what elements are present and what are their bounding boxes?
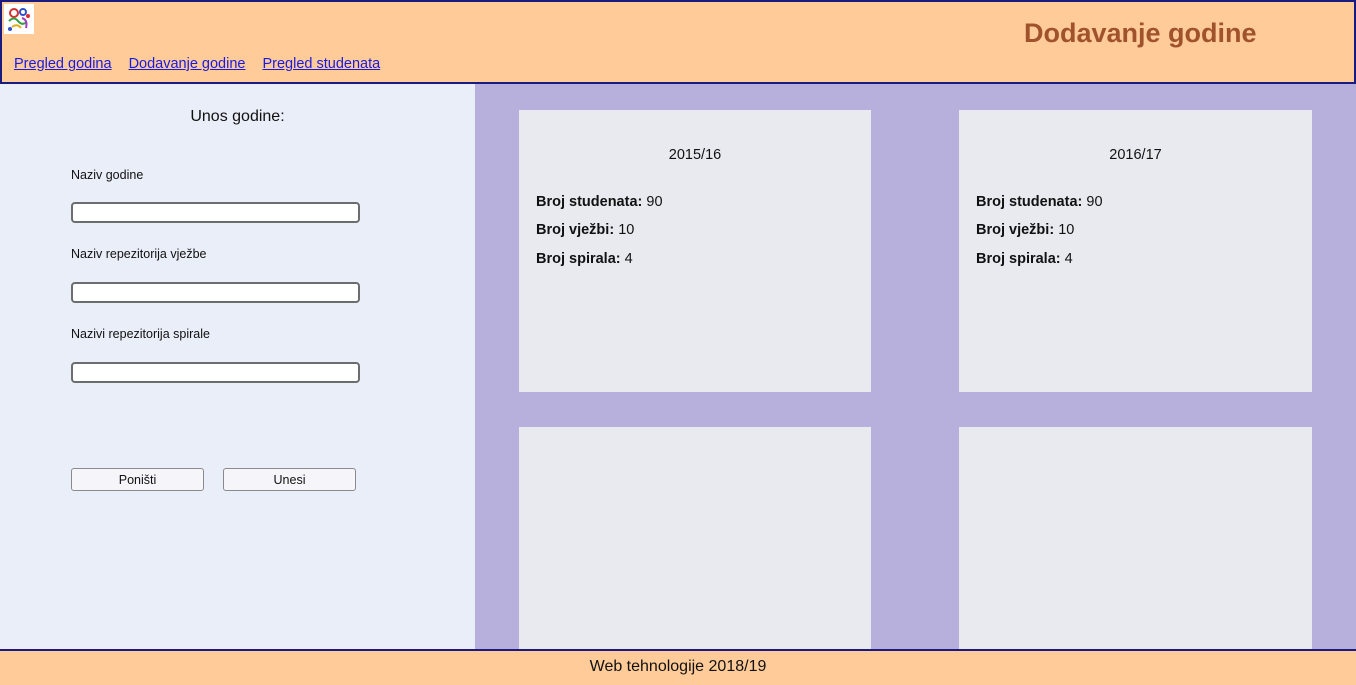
stat-label: Broj spirala: <box>536 251 621 267</box>
footer-text: Web tehnologije 2018/19 <box>589 658 767 675</box>
stat-broj-studenata: Broj studenata: 90 <box>536 194 663 210</box>
year-card-title: 2016/17 <box>1109 147 1162 163</box>
year-card-empty <box>519 427 871 649</box>
entry-form-panel: Unos godine: Naziv godine Naziv repezito… <box>0 84 475 649</box>
field-label-repezitorij-spirale: Nazivi repezitorija spirale <box>71 327 210 341</box>
stat-label: Broj studenata: <box>976 194 1083 210</box>
stat-broj-spirala: Broj spirala: 4 <box>536 251 633 267</box>
stat-label: Broj vježbi: <box>536 222 615 238</box>
stat-value: 4 <box>624 251 633 267</box>
main-nav: Pregled godina Dodavanje godine Pregled st… <box>14 56 397 72</box>
stat-value: 10 <box>618 222 635 238</box>
submit-button[interactable]: Unesi <box>223 468 356 491</box>
naziv-godine-input[interactable] <box>71 202 360 223</box>
nav-link-dodavanje-godine[interactable]: Dodavanje godine <box>129 56 246 72</box>
stat-value: 90 <box>1086 194 1103 210</box>
logo-icon <box>4 4 34 34</box>
repezitorij-spirale-input[interactable] <box>71 362 360 383</box>
stat-label: Broj spirala: <box>976 251 1061 267</box>
year-card-title: 2015/16 <box>668 147 722 163</box>
nav-link-pregled-godina[interactable]: Pregled godina <box>14 56 112 72</box>
year-card: 2016/17 Broj studenata: 90 Broj vježbi: … <box>959 110 1312 392</box>
header: Dodavanje godine Pregled godina Dodavanje… <box>0 0 1356 84</box>
stat-value: 90 <box>646 194 663 210</box>
page-title: Dodavanje godine <box>1024 18 1257 48</box>
repezitorij-vjezbe-input[interactable] <box>71 282 360 303</box>
footer: Web tehnologije 2018/19 <box>0 649 1356 685</box>
field-label-naziv-godine: Naziv godine <box>71 168 144 182</box>
stat-broj-vjezbi: Broj vježbi: 10 <box>536 222 634 238</box>
form-title: Unos godine: <box>190 108 285 125</box>
year-card-empty <box>959 427 1312 649</box>
nav-link-pregled-studenata[interactable]: Pregled studenata <box>262 56 380 72</box>
stat-broj-vjezbi: Broj vježbi: 10 <box>976 222 1074 238</box>
stat-value: 4 <box>1064 251 1073 267</box>
reset-button[interactable]: Poništi <box>71 468 204 491</box>
field-label-repezitorij-vjezbe: Naziv repezitorija vježbe <box>71 247 207 261</box>
stat-broj-spirala: Broj spirala: 4 <box>976 251 1073 267</box>
stat-value: 10 <box>1058 222 1075 238</box>
stat-label: Broj studenata: <box>536 194 643 210</box>
stat-label: Broj vježbi: <box>976 222 1055 238</box>
year-card: 2015/16 Broj studenata: 90 Broj vježbi: … <box>519 110 871 392</box>
stat-broj-studenata: Broj studenata: 90 <box>976 194 1103 210</box>
years-grid: 2015/16 Broj studenata: 90 Broj vježbi: … <box>475 84 1356 649</box>
